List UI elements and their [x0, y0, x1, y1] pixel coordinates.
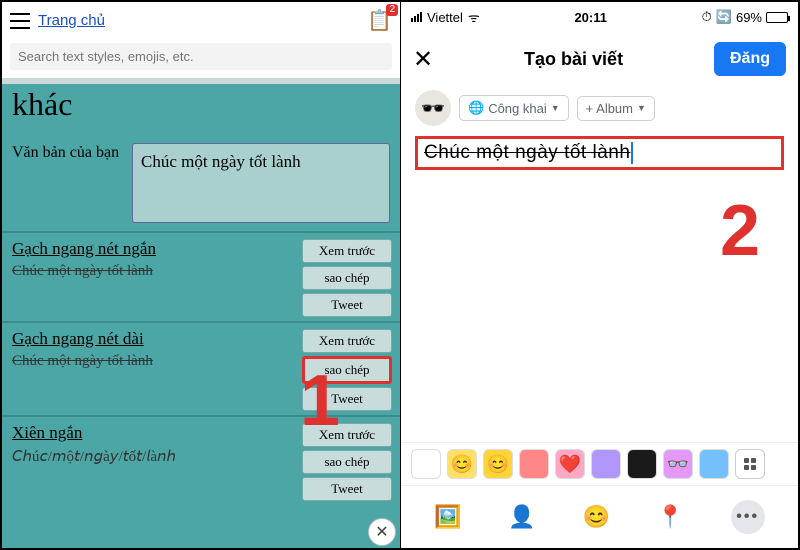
- signal-icon: [411, 12, 422, 22]
- preview-button[interactable]: Xem trước: [302, 239, 392, 263]
- style-block: Gạch ngang nét ngắn Chúc một ngày tốt là…: [2, 231, 400, 321]
- tweet-button[interactable]: Tweet: [302, 387, 392, 411]
- text-cursor: [631, 142, 633, 164]
- style-sample: 𝘊𝘩ú𝘤/𝘮ộ𝘵/𝘯𝘨à𝘺/𝘵ố𝘵/𝘭à𝘯𝘩: [12, 447, 292, 466]
- user-text-row: Văn bản của bạn Chúc một ngày tốt lành: [2, 135, 400, 231]
- style-title: Xiên ngắn: [12, 423, 292, 443]
- battery-percent: 69%: [736, 10, 762, 25]
- bg-option[interactable]: [699, 449, 729, 479]
- compose-title: Tạo bài viết: [433, 49, 714, 70]
- bg-option[interactable]: [627, 449, 657, 479]
- notification-badge: 2: [386, 4, 398, 16]
- tweet-button[interactable]: Tweet: [302, 477, 392, 501]
- location-icon[interactable]: 📍: [657, 504, 684, 530]
- background-picker-row: 😊😊 ❤️ 👓: [401, 442, 798, 485]
- preview-button[interactable]: Xem trước: [302, 329, 392, 353]
- style-sample: Chúc một ngày tốt lành: [12, 353, 292, 370]
- avatar[interactable]: 🕶️: [415, 90, 451, 126]
- chevron-down-icon: ▼: [637, 103, 646, 113]
- composer-actions: 🖼️ 👤 😊 📍 •••: [401, 485, 798, 548]
- compose-titlebar: ✕ Tạo bài viết Đăng: [401, 32, 798, 86]
- alarm-icon: ⏱: [702, 9, 712, 25]
- close-fab[interactable]: ✕: [368, 518, 396, 546]
- bg-option[interactable]: [591, 449, 621, 479]
- clipboard-icon[interactable]: 📋2: [367, 8, 392, 33]
- style-block: Xiên ngắn 𝘊𝘩ú𝘤/𝘮ộ𝘵/𝘯𝘨à𝘺/𝘵ố𝘵/𝘭à𝘯𝘩 Xem trư…: [2, 415, 400, 505]
- menu-icon[interactable]: [10, 13, 30, 29]
- battery-icon: [766, 12, 788, 23]
- composer-text[interactable]: Chúc một ngày tốt lành: [415, 136, 784, 170]
- post-button[interactable]: Đăng: [714, 42, 786, 76]
- bg-more-button[interactable]: [735, 449, 765, 479]
- bg-option[interactable]: [411, 449, 441, 479]
- bg-option[interactable]: 👓: [663, 449, 693, 479]
- right-panel: Viettel ᯤ 20:11 ⏱ 🔄 69% ✕ Tạo bài viết Đ…: [400, 2, 798, 548]
- style-sample: Chúc một ngày tốt lành: [12, 263, 292, 280]
- left-topbar: Trang chủ 📋2: [2, 2, 400, 39]
- style-title: Gạch ngang nét dài: [12, 329, 292, 349]
- rotation-lock-icon: 🔄: [716, 9, 732, 25]
- search-input[interactable]: [10, 43, 392, 70]
- close-icon[interactable]: ✕: [413, 45, 433, 74]
- copy-button[interactable]: sao chép: [302, 266, 392, 290]
- copy-button[interactable]: sao chép: [302, 450, 392, 474]
- bg-option[interactable]: 😊: [447, 449, 477, 479]
- preview-button[interactable]: Xem trước: [302, 423, 392, 447]
- chevron-down-icon: ▼: [551, 103, 560, 113]
- section-heading: khác: [2, 84, 400, 135]
- tag-friend-icon[interactable]: 👤: [508, 504, 535, 530]
- user-textarea[interactable]: Chúc một ngày tốt lành: [132, 143, 390, 223]
- album-chip[interactable]: + Album ▼: [577, 96, 655, 121]
- carrier-label: Viettel: [427, 10, 463, 25]
- more-actions-button[interactable]: •••: [731, 500, 765, 534]
- bg-option[interactable]: ❤️: [555, 449, 585, 479]
- globe-icon: 🌐: [468, 100, 484, 116]
- composer-meta: 🕶️ 🌐 Công khai ▼ + Album ▼: [401, 86, 798, 130]
- status-time: 20:11: [480, 10, 702, 25]
- input-label: Văn bản của bạn: [12, 143, 122, 164]
- style-title: Gạch ngang nét ngắn: [12, 239, 292, 259]
- style-block: Gạch ngang nét dài Chúc một ngày tốt làn…: [2, 321, 400, 415]
- home-link[interactable]: Trang chủ: [38, 12, 105, 29]
- status-bar: Viettel ᯤ 20:11 ⏱ 🔄 69%: [401, 2, 798, 32]
- left-panel: Trang chủ 📋2 khác Văn bản của bạn Chúc m…: [2, 2, 400, 548]
- copy-button[interactable]: sao chép: [302, 356, 392, 384]
- tweet-button[interactable]: Tweet: [302, 293, 392, 317]
- feeling-icon[interactable]: 😊: [582, 504, 609, 530]
- wifi-icon: ᯤ: [468, 8, 480, 26]
- search-bar: [2, 39, 400, 78]
- bg-option[interactable]: 😊: [483, 449, 513, 479]
- audience-chip[interactable]: 🌐 Công khai ▼: [459, 95, 569, 121]
- photo-icon[interactable]: 🖼️: [434, 504, 461, 530]
- bg-option[interactable]: [519, 449, 549, 479]
